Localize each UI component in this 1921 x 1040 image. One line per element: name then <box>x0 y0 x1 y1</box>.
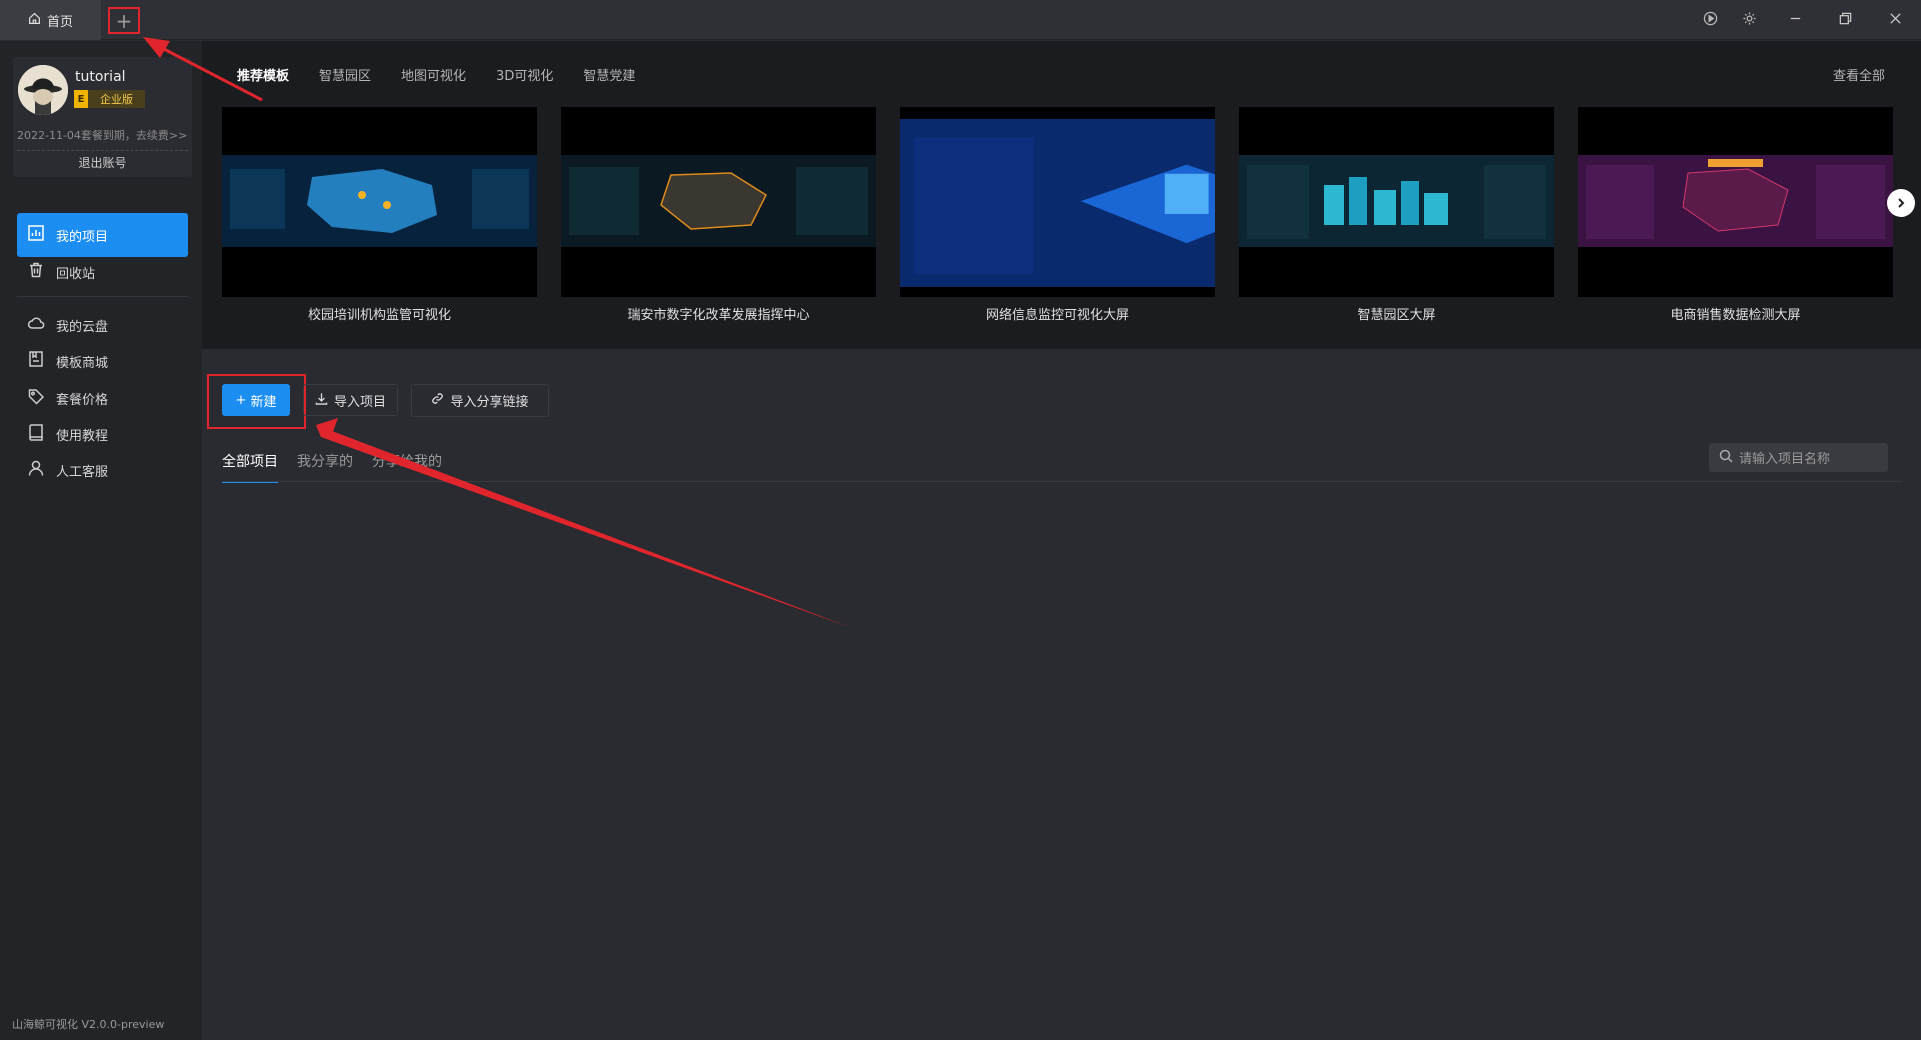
template-title: 智慧园区大屏 <box>1357 308 1436 323</box>
tab-recommended[interactable]: 推荐模板 <box>237 65 289 84</box>
arrow-to-new-button <box>316 418 852 628</box>
plus-icon: + <box>115 8 133 33</box>
plus-icon: + <box>235 392 247 408</box>
template-icon <box>27 350 45 372</box>
settings-button[interactable] <box>1729 0 1769 40</box>
cloud-icon <box>27 314 45 336</box>
settings-icon <box>1742 11 1757 30</box>
template-card[interactable]: 智慧园区大屏 <box>1239 107 1554 323</box>
download-icon <box>315 392 328 409</box>
carousel-next-button[interactable] <box>1887 189 1915 217</box>
sidebar-item-recycle-bin[interactable]: 回收站 <box>17 250 188 294</box>
import-project-button[interactable]: 导入项目 <box>303 384 398 416</box>
template-thumbnail <box>900 107 1215 297</box>
dashboard-preview-image <box>561 155 876 247</box>
add-tab-button[interactable]: + <box>108 7 140 34</box>
user-icon <box>27 459 45 481</box>
tab-smart-park[interactable]: 智慧园区 <box>319 65 371 84</box>
template-card[interactable]: 网络信息监控可视化大屏 <box>900 107 1215 323</box>
import-share-link-button[interactable]: 导入分享链接 <box>411 384 549 417</box>
divider <box>17 150 188 151</box>
book-icon <box>27 423 45 445</box>
search-placeholder: 请输入项目名称 <box>1739 452 1831 467</box>
tabs-underline <box>222 481 1902 482</box>
dashboard-preview-image <box>900 119 1215 287</box>
template-card[interactable]: 电商销售数据检测大屏 <box>1578 107 1893 323</box>
restore-button[interactable] <box>1825 0 1865 40</box>
tab-party[interactable]: 智慧党建 <box>583 65 635 84</box>
logout-button[interactable]: 退出账号 <box>13 154 192 171</box>
title-bar: 首页 + <box>0 0 1921 40</box>
tab-home-label: 首页 <box>46 14 73 30</box>
tab-all-projects[interactable]: 全部项目 <box>222 451 278 483</box>
close-button[interactable] <box>1875 0 1915 40</box>
tab-shared-by-me[interactable]: 我分享的 <box>297 451 353 483</box>
user-card: tutorial E 企业版 2022-11-04套餐到期，去续费>> 退出账号 <box>13 57 192 177</box>
template-title: 网络信息监控可视化大屏 <box>985 308 1129 323</box>
sidebar-item-support[interactable]: 人工客服 <box>17 448 188 492</box>
new-project-label: 新建 <box>250 394 277 410</box>
template-thumbnail <box>1578 107 1893 297</box>
restore-icon <box>1838 11 1853 30</box>
template-title: 电商销售数据检测大屏 <box>1670 308 1801 323</box>
sidebar-item-label: 人工客服 <box>56 464 109 480</box>
search-icon <box>1719 449 1733 467</box>
sidebar-item-label: 使用教程 <box>56 428 109 444</box>
sidebar-divider <box>17 296 188 297</box>
username: tutorial <box>75 69 126 85</box>
edition-label: 企业版 <box>88 90 145 108</box>
play-icon <box>1703 11 1718 30</box>
trash-icon <box>27 261 45 283</box>
chart-icon <box>27 224 45 246</box>
tab-shared-with-me[interactable]: 分享给我的 <box>372 451 442 483</box>
app-version: 山海鲸可视化 V2.0.0-preview <box>12 1018 165 1031</box>
sidebar-item-label: 我的云盘 <box>56 319 109 335</box>
avatar[interactable] <box>18 65 68 115</box>
sidebar-item-label: 套餐价格 <box>56 392 109 408</box>
template-card[interactable]: 瑞安市数字化改革发展指挥中心 <box>561 107 876 323</box>
sidebar-item-label: 模板商城 <box>56 355 109 371</box>
minimize-button[interactable] <box>1775 0 1815 40</box>
dashboard-preview-image <box>1239 155 1554 247</box>
edition-letter: E <box>74 90 88 108</box>
link-icon <box>431 392 444 409</box>
template-thumbnail <box>1239 107 1554 297</box>
tag-icon <box>27 387 45 409</box>
template-thumbnail <box>561 107 876 297</box>
dashboard-preview-image <box>222 155 537 247</box>
play-button[interactable] <box>1690 0 1730 40</box>
close-icon <box>1888 11 1903 30</box>
template-thumbnail <box>222 107 537 297</box>
import-project-label: 导入项目 <box>333 394 386 410</box>
sidebar: tutorial E 企业版 2022-11-04套餐到期，去续费>> 退出账号… <box>0 41 202 1040</box>
project-tabs: 全部项目 我分享的 分享给我的 <box>222 451 442 483</box>
renew-link[interactable]: 2022-11-04套餐到期，去续费>> <box>17 127 187 143</box>
app-window: 首页 + tutorial E 企业版 2022-11-04套餐到期，去续费>>… <box>0 0 1921 1040</box>
tab-map[interactable]: 地图可视化 <box>401 65 466 84</box>
tab-home[interactable]: 首页 <box>0 0 101 40</box>
new-project-button[interactable]: + 新建 <box>222 384 290 416</box>
template-panel: 推荐模板 智慧园区 地图可视化 3D可视化 智慧党建 查看全部 校园培训机构监管… <box>202 41 1921 349</box>
edition-badge: E 企业版 <box>74 90 145 108</box>
sidebar-item-label: 回收站 <box>56 266 96 282</box>
import-share-link-label: 导入分享链接 <box>450 395 529 410</box>
template-title: 校园培训机构监管可视化 <box>307 308 451 323</box>
tab-3d[interactable]: 3D可视化 <box>496 65 553 84</box>
template-tabs: 推荐模板 智慧园区 地图可视化 3D可视化 智慧党建 <box>237 65 635 84</box>
dashboard-preview-image <box>1578 155 1893 247</box>
sidebar-item-label: 我的项目 <box>56 229 109 245</box>
view-all-link[interactable]: 查看全部 <box>1833 65 1885 84</box>
chevron-right-icon <box>1895 194 1907 213</box>
project-search-input[interactable]: 请输入项目名称 <box>1709 443 1888 472</box>
home-icon <box>28 12 41 29</box>
template-cards: 校园培训机构监管可视化 瑞安市数字化改革发展指挥中心 网络信息监控可视化大屏 智… <box>222 107 1893 323</box>
minimize-icon <box>1788 11 1803 30</box>
template-title: 瑞安市数字化改革发展指挥中心 <box>627 308 810 323</box>
template-card[interactable]: 校园培训机构监管可视化 <box>222 107 537 323</box>
